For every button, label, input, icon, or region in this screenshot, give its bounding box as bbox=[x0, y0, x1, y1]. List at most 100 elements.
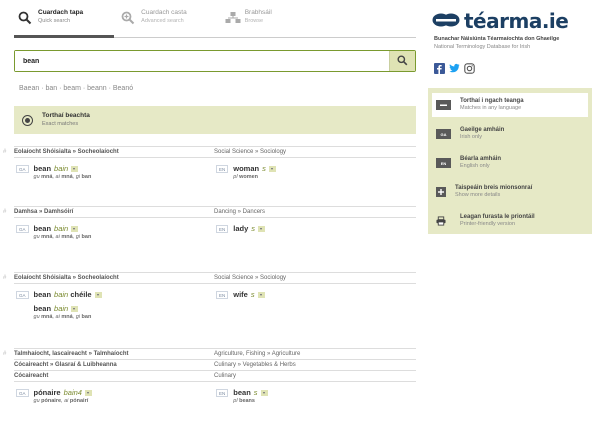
inflection-line: pl beans bbox=[233, 398, 255, 404]
domain-en[interactable]: Social Science » Sociology bbox=[214, 149, 286, 155]
lang-badge: GA bbox=[16, 291, 29, 299]
option-title: Torthaí i ngach teanga bbox=[460, 98, 524, 104]
domain-en[interactable]: Social Science » Sociology bbox=[214, 275, 286, 281]
term-word[interactable]: bean bbox=[34, 164, 52, 173]
tab-advanced-search[interactable]: Cuardach casta Advanced search bbox=[117, 9, 187, 25]
expand-arrow-icon[interactable] bbox=[71, 225, 79, 232]
option-show-details[interactable]: Taispeáin breis mionsonraí Show more det… bbox=[432, 180, 588, 204]
option-title: Gaeilge amháin bbox=[460, 127, 505, 133]
expand-arrow-icon[interactable] bbox=[94, 291, 102, 298]
term-word[interactable]: bean bbox=[233, 388, 251, 397]
domain-ga[interactable]: Damhsa » Damhsóirí bbox=[14, 209, 214, 215]
term-word-extra[interactable]: chéile bbox=[70, 290, 91, 299]
tab-quick-search[interactable]: Cuardach tapa Quick search bbox=[14, 9, 83, 25]
expand-arrow-icon[interactable] bbox=[258, 225, 266, 232]
expand-arrow-icon[interactable] bbox=[268, 165, 276, 172]
dash-icon bbox=[436, 100, 451, 110]
suggestion-link[interactable]: Beanó bbox=[113, 85, 133, 92]
permalink-hash[interactable]: # bbox=[3, 351, 6, 357]
site-logo[interactable]: téarma.ie bbox=[432, 9, 569, 33]
domain-ga[interactable]: Talmhaíocht, Iascaireacht » Talmhaíocht bbox=[14, 351, 214, 357]
term-word[interactable]: lady bbox=[233, 224, 248, 233]
plus-icon bbox=[436, 187, 446, 197]
exact-matches-header[interactable]: Torthaí beachta Exact matches bbox=[14, 106, 416, 134]
term-pos: s bbox=[251, 224, 256, 233]
term-pos: s bbox=[250, 290, 255, 299]
domain-ga[interactable]: Cócaireacht » Glasraí & Luibheanna bbox=[14, 362, 214, 368]
term-en: EN bean s pl beans bbox=[214, 388, 416, 404]
term-pos: bain bbox=[54, 304, 69, 313]
option-all-languages[interactable]: Torthaí i ngach teanga Matches in any la… bbox=[432, 93, 588, 117]
domain-row: Cócaireacht » Glasraí & Luibheanna Culin… bbox=[14, 360, 416, 370]
term-pos: bain bbox=[54, 224, 69, 233]
lang-badge: GA bbox=[16, 305, 29, 313]
permalink-hash[interactable]: # bbox=[3, 275, 6, 281]
expand-arrow-icon[interactable] bbox=[260, 389, 268, 396]
suggestion-link[interactable]: ban bbox=[45, 85, 57, 92]
result-entry: # Talmhaíocht, Iascaireacht » Talmhaíoch… bbox=[3, 348, 416, 409]
domain-ga[interactable]: Eolaíocht Shóisialta » Socheolaíocht bbox=[14, 149, 214, 155]
domain-en[interactable]: Culinary » Vegetables & Herbs bbox=[214, 362, 296, 368]
option-printer-friendly[interactable]: Leagan furasta le priontáil Printer-frie… bbox=[432, 209, 588, 233]
domain-en[interactable]: Culinary bbox=[214, 373, 236, 379]
facebook-icon[interactable] bbox=[434, 63, 445, 74]
term-ga: GA beanbain gu mná, ai mná, gi ban bbox=[14, 304, 214, 320]
option-subtitle: Printer-friendly version bbox=[460, 221, 516, 227]
term-word[interactable]: wife bbox=[233, 290, 248, 299]
search-bar bbox=[14, 50, 416, 72]
option-title: Leagan furasta le priontáil bbox=[460, 214, 535, 220]
option-english-only[interactable]: EN Béarla amháin English only bbox=[432, 151, 588, 175]
suggestion-link[interactable]: beann bbox=[87, 85, 106, 92]
expand-arrow-icon[interactable] bbox=[257, 291, 265, 298]
twitter-icon[interactable] bbox=[449, 63, 460, 74]
domain-en[interactable]: Dancing » Dancers bbox=[214, 209, 265, 215]
tab-label: Brabhsáil bbox=[244, 9, 272, 16]
domain-en[interactable]: Agriculture, Fishing » Agriculture bbox=[214, 351, 300, 357]
expand-arrow-icon[interactable] bbox=[84, 389, 92, 396]
option-irish-only[interactable]: GA Gaeilge amháin Irish only bbox=[432, 122, 588, 146]
permalink-hash[interactable]: # bbox=[3, 149, 6, 155]
logo-text: téarma.ie bbox=[464, 9, 569, 33]
printer-icon bbox=[436, 216, 446, 226]
filter-panel: Torthaí i ngach teanga Matches in any la… bbox=[428, 88, 592, 234]
tab-label: Cuardach tapa bbox=[38, 9, 84, 16]
suggestion-link[interactable]: beam bbox=[63, 85, 81, 92]
term-word[interactable]: bean bbox=[34, 304, 52, 313]
expand-arrow-icon[interactable] bbox=[71, 165, 79, 172]
domain-row: # Eolaíocht Shóisialta » Socheolaíocht S… bbox=[3, 273, 416, 283]
en-badge-icon: EN bbox=[436, 158, 451, 168]
term-pos: s bbox=[253, 388, 258, 397]
domain-ga[interactable]: Eolaíocht Shóisialta » Socheolaíocht bbox=[14, 275, 214, 281]
suggestion-link[interactable]: Baean bbox=[19, 85, 39, 92]
spelling-suggestions: Baean · ban · beam · beann · Beanó bbox=[19, 85, 134, 92]
result-entry: # Eolaíocht Shóisialta » Socheolaíocht S… bbox=[3, 272, 416, 325]
term-ga: GA beanbain gu mná, ai mná, gi ban bbox=[14, 224, 214, 240]
search-input[interactable] bbox=[15, 51, 389, 71]
exact-subtitle: Exact matches bbox=[42, 121, 79, 127]
term-ga: GA pónaire bain4 gu pónaire, ai pónairí bbox=[14, 388, 214, 404]
search-button[interactable] bbox=[389, 51, 415, 71]
result-entry: # Eolaíocht Shóisialta » Socheolaíocht S… bbox=[3, 146, 416, 185]
term-word[interactable]: woman bbox=[233, 164, 259, 173]
term-pos: s bbox=[262, 164, 266, 173]
lang-badge: EN bbox=[216, 165, 229, 173]
term-ga: GA bean bain chéile bbox=[14, 290, 214, 299]
lang-badge: EN bbox=[216, 389, 229, 397]
term-word[interactable]: bean bbox=[34, 224, 52, 233]
result-entry: # Damhsa » Damhsóirí Dancing » Dancers G… bbox=[3, 206, 416, 245]
search-tabs: Cuardach tapa Quick search Cuardach cast… bbox=[14, 0, 416, 38]
permalink-hash[interactable]: # bbox=[3, 209, 6, 215]
term-en: EN woman s pl women bbox=[214, 164, 416, 180]
domain-row: # Talmhaíocht, Iascaireacht » Talmhaíoch… bbox=[3, 349, 416, 359]
term-en: EN lady s bbox=[214, 224, 416, 233]
browse-icon bbox=[225, 11, 241, 25]
tab-browse[interactable]: Brabhsáil Browse bbox=[221, 9, 272, 25]
expand-arrow-icon[interactable] bbox=[71, 305, 79, 312]
term-word[interactable]: bean bbox=[34, 290, 52, 299]
instagram-icon[interactable] bbox=[464, 63, 475, 74]
search-icon bbox=[18, 11, 32, 25]
ga-badge-icon: GA bbox=[436, 129, 451, 139]
domain-ga[interactable]: Cócaireacht bbox=[14, 373, 214, 379]
inflection-line: gu mná, ai mná, gi ban bbox=[33, 174, 92, 180]
term-word[interactable]: pónaire bbox=[34, 388, 61, 397]
